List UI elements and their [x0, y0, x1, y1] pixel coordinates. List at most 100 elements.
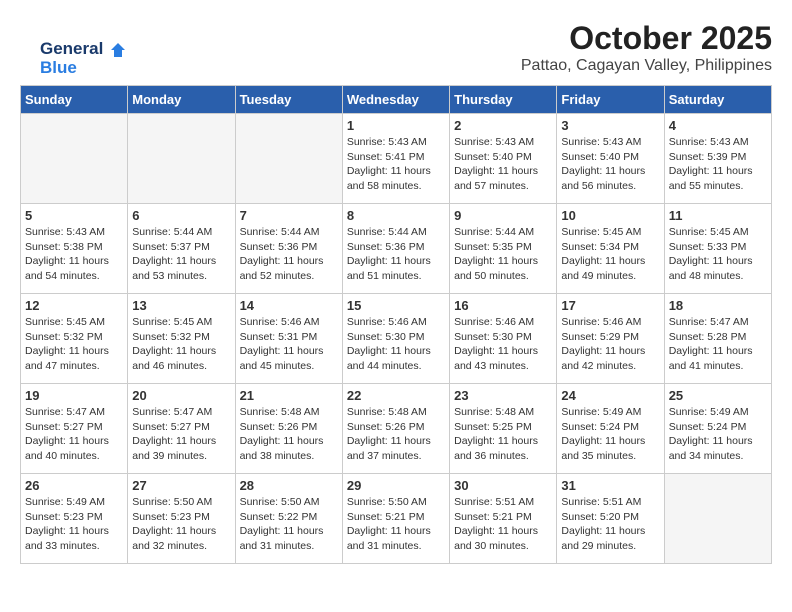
calendar-cell: 1 Sunrise: 5:43 AM Sunset: 5:41 PM Daylig… [342, 114, 449, 204]
cell-text: Sunrise: 5:47 AM Sunset: 5:27 PM Dayligh… [132, 405, 230, 464]
day-number: 14 [240, 298, 338, 313]
calendar-cell: 27 Sunrise: 5:50 AM Sunset: 5:23 PM Dayli… [128, 474, 235, 564]
calendar-cell: 4 Sunrise: 5:43 AM Sunset: 5:39 PM Daylig… [664, 114, 771, 204]
day-number: 12 [25, 298, 123, 313]
cell-text: Sunrise: 5:45 AM Sunset: 5:34 PM Dayligh… [561, 225, 659, 284]
header-section: October 2025 Pattao, Cagayan Valley, Phi… [20, 20, 772, 75]
cell-text: Sunrise: 5:48 AM Sunset: 5:26 PM Dayligh… [240, 405, 338, 464]
calendar-cell: 3 Sunrise: 5:43 AM Sunset: 5:40 PM Daylig… [557, 114, 664, 204]
day-number: 13 [132, 298, 230, 313]
calendar-cell: 24 Sunrise: 5:49 AM Sunset: 5:24 PM Dayli… [557, 384, 664, 474]
cell-text: Sunrise: 5:46 AM Sunset: 5:31 PM Dayligh… [240, 315, 338, 374]
day-number: 11 [669, 208, 767, 223]
calendar-cell: 7 Sunrise: 5:44 AM Sunset: 5:36 PM Daylig… [235, 204, 342, 294]
week-row-5: 26Sunrise: 5:49 AM Sunset: 5:23 PM Dayli… [21, 474, 772, 564]
calendar-cell: 19 Sunrise: 5:47 AM Sunset: 5:27 PM Dayli… [21, 384, 128, 474]
calendar-cell [21, 114, 128, 204]
day-number: 3 [561, 118, 659, 133]
calendar-cell: 5Sunrise: 5:43 AM Sunset: 5:38 PM Daylig… [21, 204, 128, 294]
cell-text: Sunrise: 5:43 AM Sunset: 5:39 PM Dayligh… [669, 135, 767, 194]
cell-text: Sunrise: 5:48 AM Sunset: 5:26 PM Dayligh… [347, 405, 445, 464]
calendar-cell: 12 Sunrise: 5:45 AM Sunset: 5:32 PM Dayli… [21, 294, 128, 384]
day-number: 28 [240, 478, 338, 493]
cell-text: Sunrise: 5:44 AM Sunset: 5:35 PM Dayligh… [454, 225, 552, 284]
calendar-cell: 15 Sunrise: 5:46 AM Sunset: 5:30 PM Dayli… [342, 294, 449, 384]
calendar-cell: 22 Sunrise: 5:48 AM Sunset: 5:26 PM Dayli… [342, 384, 449, 474]
logo: General Blue [40, 40, 127, 77]
calendar-cell [128, 114, 235, 204]
calendar-cell: 2 Sunrise: 5:43 AM Sunset: 5:40 PM Daylig… [450, 114, 557, 204]
cell-text: Sunrise: 5:47 AM Sunset: 5:28 PM Dayligh… [669, 315, 767, 374]
cell-text: Sunrise: 5:51 AM Sunset: 5:21 PM Dayligh… [454, 495, 552, 554]
logo-line1: General [40, 40, 127, 59]
cell-text: Sunrise: 5:50 AM Sunset: 5:23 PM Dayligh… [132, 495, 230, 554]
cell-text: Sunrise: 5:45 AM Sunset: 5:33 PM Dayligh… [669, 225, 767, 284]
day-number: 20 [132, 388, 230, 403]
calendar-cell: 9 Sunrise: 5:44 AM Sunset: 5:35 PM Daylig… [450, 204, 557, 294]
cell-text: Sunrise: 5:47 AM Sunset: 5:27 PM Dayligh… [25, 405, 123, 464]
calendar-cell: 18Sunrise: 5:47 AM Sunset: 5:28 PM Dayli… [664, 294, 771, 384]
calendar-cell: 26Sunrise: 5:49 AM Sunset: 5:23 PM Dayli… [21, 474, 128, 564]
calendar-cell: 13Sunrise: 5:45 AM Sunset: 5:32 PM Dayli… [128, 294, 235, 384]
day-number: 16 [454, 298, 552, 313]
cell-text: Sunrise: 5:48 AM Sunset: 5:25 PM Dayligh… [454, 405, 552, 464]
cell-text: Sunrise: 5:46 AM Sunset: 5:29 PM Dayligh… [561, 315, 659, 374]
week-row-1: 1 Sunrise: 5:43 AM Sunset: 5:41 PM Daylig… [21, 114, 772, 204]
cell-text: Sunrise: 5:44 AM Sunset: 5:36 PM Dayligh… [240, 225, 338, 284]
calendar-cell: 8 Sunrise: 5:44 AM Sunset: 5:36 PM Daylig… [342, 204, 449, 294]
day-number: 21 [240, 388, 338, 403]
day-number: 8 [347, 208, 445, 223]
cell-text: Sunrise: 5:44 AM Sunset: 5:37 PM Dayligh… [132, 225, 230, 284]
location-title: Pattao, Cagayan Valley, Philippines [20, 57, 772, 75]
day-number: 9 [454, 208, 552, 223]
weekday-header-row: SundayMondayTuesdayWednesdayThursdayFrid… [21, 86, 772, 114]
weekday-header-tuesday: Tuesday [235, 86, 342, 114]
calendar-cell [235, 114, 342, 204]
day-number: 26 [25, 478, 123, 493]
calendar-cell: 6 Sunrise: 5:44 AM Sunset: 5:37 PM Daylig… [128, 204, 235, 294]
calendar-cell: 20 Sunrise: 5:47 AM Sunset: 5:27 PM Dayli… [128, 384, 235, 474]
day-number: 4 [669, 118, 767, 133]
weekday-header-sunday: Sunday [21, 86, 128, 114]
cell-text: Sunrise: 5:50 AM Sunset: 5:22 PM Dayligh… [240, 495, 338, 554]
cell-text: Sunrise: 5:43 AM Sunset: 5:40 PM Dayligh… [561, 135, 659, 194]
week-row-3: 12 Sunrise: 5:45 AM Sunset: 5:32 PM Dayli… [21, 294, 772, 384]
cell-text: Sunrise: 5:43 AM Sunset: 5:41 PM Dayligh… [347, 135, 445, 194]
day-number: 2 [454, 118, 552, 133]
cell-text: Sunrise: 5:49 AM Sunset: 5:24 PM Dayligh… [561, 405, 659, 464]
cell-text: Sunrise: 5:50 AM Sunset: 5:21 PM Dayligh… [347, 495, 445, 554]
cell-text: Sunrise: 5:44 AM Sunset: 5:36 PM Dayligh… [347, 225, 445, 284]
day-number: 25 [669, 388, 767, 403]
logo-icon [109, 41, 127, 59]
day-number: 24 [561, 388, 659, 403]
cell-text: Sunrise: 5:45 AM Sunset: 5:32 PM Dayligh… [25, 315, 123, 374]
day-number: 1 [347, 118, 445, 133]
calendar-cell: 31Sunrise: 5:51 AM Sunset: 5:20 PM Dayli… [557, 474, 664, 564]
cell-text: Sunrise: 5:43 AM Sunset: 5:40 PM Dayligh… [454, 135, 552, 194]
calendar-cell: 10Sunrise: 5:45 AM Sunset: 5:34 PM Dayli… [557, 204, 664, 294]
weekday-header-thursday: Thursday [450, 86, 557, 114]
day-number: 23 [454, 388, 552, 403]
calendar-cell: 29Sunrise: 5:50 AM Sunset: 5:21 PM Dayli… [342, 474, 449, 564]
day-number: 31 [561, 478, 659, 493]
cell-text: Sunrise: 5:46 AM Sunset: 5:30 PM Dayligh… [347, 315, 445, 374]
cell-text: Sunrise: 5:46 AM Sunset: 5:30 PM Dayligh… [454, 315, 552, 374]
calendar-cell: 25Sunrise: 5:49 AM Sunset: 5:24 PM Dayli… [664, 384, 771, 474]
logo-line2: Blue [40, 59, 127, 78]
day-number: 19 [25, 388, 123, 403]
calendar-cell: 11 Sunrise: 5:45 AM Sunset: 5:33 PM Dayli… [664, 204, 771, 294]
day-number: 27 [132, 478, 230, 493]
top-area: General Blue October 2025 Pattao, Cagaya… [20, 20, 772, 75]
day-number: 6 [132, 208, 230, 223]
weekday-header-saturday: Saturday [664, 86, 771, 114]
calendar-cell: 30 Sunrise: 5:51 AM Sunset: 5:21 PM Dayli… [450, 474, 557, 564]
calendar-cell: 14 Sunrise: 5:46 AM Sunset: 5:31 PM Dayli… [235, 294, 342, 384]
day-number: 22 [347, 388, 445, 403]
day-number: 5 [25, 208, 123, 223]
calendar-cell: 23 Sunrise: 5:48 AM Sunset: 5:25 PM Dayli… [450, 384, 557, 474]
day-number: 15 [347, 298, 445, 313]
day-number: 7 [240, 208, 338, 223]
calendar-cell: 28 Sunrise: 5:50 AM Sunset: 5:22 PM Dayli… [235, 474, 342, 564]
day-number: 30 [454, 478, 552, 493]
weekday-header-monday: Monday [128, 86, 235, 114]
